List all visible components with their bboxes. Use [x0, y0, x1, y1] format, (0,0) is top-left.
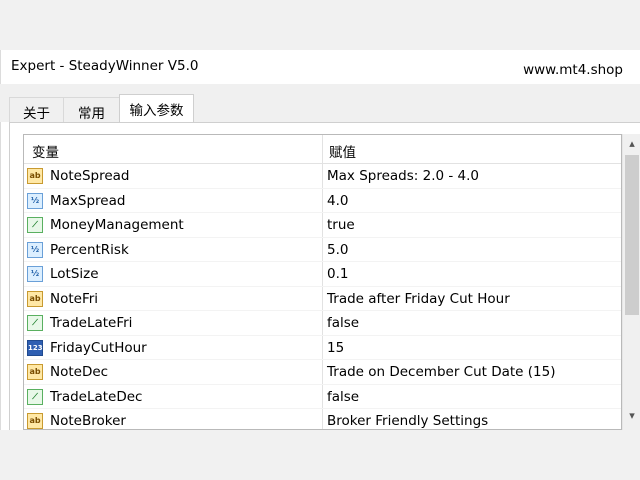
parameter-name: NoteBroker [50, 413, 126, 429]
int-type-icon: 123 [27, 339, 43, 356]
double-type-icon: ½ [27, 241, 43, 258]
table-row[interactable]: ab NoteDec Trade on December Cut Date (15) [24, 360, 621, 385]
grid-rows: ab NoteSpread Max Spreads: 2.0 - 4.0 ½ MaxSp… [24, 164, 621, 429]
parameter-name: TradeLateFri [50, 315, 133, 331]
table-row[interactable]: ab NoteSpread Max Spreads: 2.0 - 4.0 [24, 164, 621, 189]
double-type-icon: ½ [27, 266, 43, 282]
parameters-grid: 变量 赋值 ab NoteSpread Max Spreads: 2.0 - 4.0… [23, 134, 622, 430]
string-type-icon: ab [27, 364, 43, 380]
bottom-background [0, 430, 640, 480]
grid-header: 变量 赋值 [24, 135, 621, 164]
parameter-name: PercentRisk [50, 241, 129, 258]
scroll-up-icon[interactable]: ▴ [623, 134, 640, 154]
site-watermark: www.mt4.shop [523, 62, 623, 78]
scroll-down-icon[interactable]: ▾ [623, 406, 640, 426]
table-row[interactable]: ab NoteBroker Broker Friendly Settings [24, 409, 621, 429]
scroll-thumb[interactable] [625, 155, 639, 315]
parameter-value[interactable]: 15 [327, 340, 344, 356]
parameter-name: MaxSpread [50, 192, 126, 209]
parameter-value[interactable]: 4.0 [327, 193, 348, 209]
parameter-name: LotSize [50, 266, 99, 282]
bool-type-icon: ⟋ [27, 217, 43, 233]
parameter-value[interactable]: false [327, 315, 359, 331]
parameter-name: NoteDec [50, 364, 109, 380]
parameter-value[interactable]: true [327, 217, 355, 233]
parameter-name: NoteSpread [50, 168, 130, 184]
parameter-name: MoneyManagement [50, 217, 184, 233]
tab-common[interactable]: 常用 [63, 97, 120, 123]
table-row[interactable]: ab NoteFri Trade after Friday Cut Hour [24, 287, 621, 311]
parameter-name: FridayCutHour [50, 339, 147, 356]
parameter-value[interactable]: Trade on December Cut Date (15) [327, 364, 556, 380]
string-type-icon: ab [27, 413, 43, 429]
table-row[interactable]: ⟋ TradeLateFri false [24, 311, 621, 336]
table-row[interactable]: 123 FridayCutHour 15 [24, 336, 621, 360]
table-row[interactable]: ⟋ MoneyManagement true [24, 213, 621, 238]
table-row[interactable]: ½ MaxSpread 4.0 [24, 189, 621, 213]
parameter-value[interactable]: false [327, 389, 359, 405]
bool-type-icon: ⟋ [27, 315, 43, 331]
vertical-scrollbar[interactable]: ▴ ▾ [622, 134, 640, 430]
window-title: Expert - SteadyWinner V5.0 [11, 58, 199, 74]
string-type-icon: ab [27, 290, 43, 307]
parameter-name: NoteFri [50, 290, 99, 307]
string-type-icon: ab [27, 168, 43, 184]
parameter-value[interactable]: Broker Friendly Settings [327, 413, 488, 429]
header-value[interactable]: 赋值 [329, 141, 356, 161]
parameter-name: TradeLateDec [50, 388, 143, 405]
top-background [0, 0, 640, 50]
table-row[interactable]: ⟋ TradeLateDec false [24, 385, 621, 409]
double-type-icon: ½ [27, 192, 43, 209]
header-variable[interactable]: 变量 [32, 141, 59, 161]
tab-about[interactable]: 关于 [9, 97, 64, 123]
parameter-value[interactable]: 5.0 [327, 242, 348, 258]
parameter-value[interactable]: Trade after Friday Cut Hour [327, 291, 510, 307]
bool-type-icon: ⟋ [27, 388, 43, 405]
table-row[interactable]: ½ PercentRisk 5.0 [24, 238, 621, 262]
tab-input-parameters[interactable]: 输入参数 [119, 94, 194, 124]
parameter-value[interactable]: Max Spreads: 2.0 - 4.0 [327, 168, 479, 184]
table-row[interactable]: ½ LotSize 0.1 [24, 262, 621, 287]
parameter-value[interactable]: 0.1 [327, 266, 348, 282]
